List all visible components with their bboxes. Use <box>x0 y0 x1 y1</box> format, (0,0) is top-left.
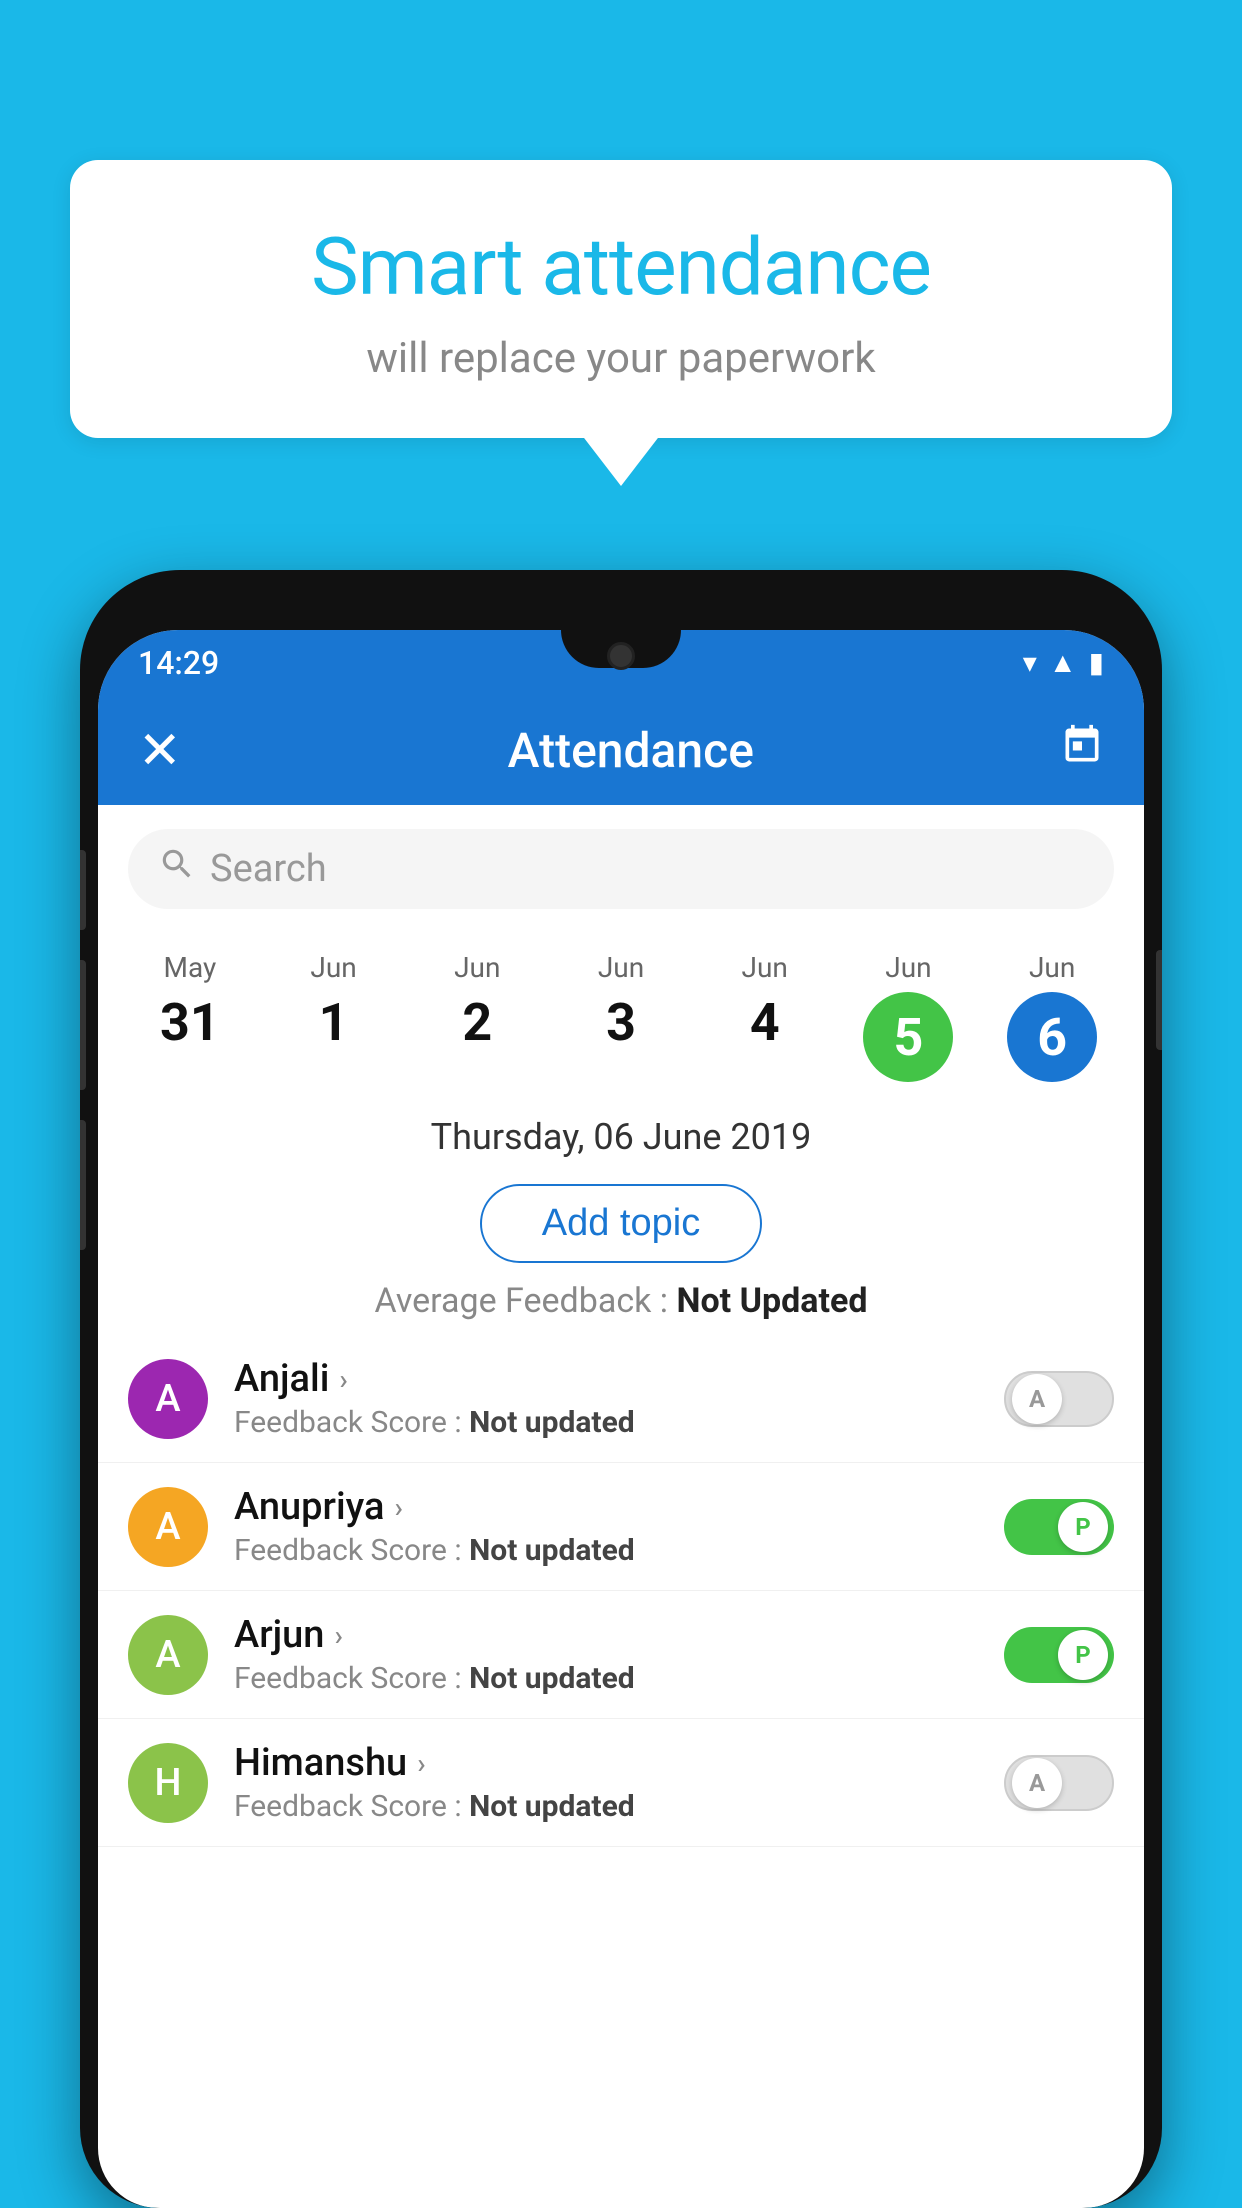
student-item: A Anupriya › Feedback Score : Not update… <box>98 1463 1144 1591</box>
phone-button-left1 <box>80 850 86 930</box>
toggle-knob: A <box>1012 1758 1062 1808</box>
student-feedback: Feedback Score : Not updated <box>234 1789 1004 1824</box>
toggle-knob: P <box>1058 1630 1108 1680</box>
calendar-day-2[interactable]: Jun2 <box>405 941 549 1096</box>
calendar-icon[interactable] <box>1060 723 1104 778</box>
student-name[interactable]: Himanshu › <box>234 1741 1004 1785</box>
student-name[interactable]: Anupriya › <box>234 1485 1004 1529</box>
calendar-day-31[interactable]: May31 <box>118 941 262 1096</box>
calendar-strip: May31Jun1Jun2Jun3Jun4Jun5Jun6 <box>98 925 1144 1096</box>
phone-frame: 14:29 ▾ ▲ ▮ ✕ Attendance S <box>80 570 1162 2208</box>
search-bar[interactable]: Search <box>128 829 1114 909</box>
calendar-day-1[interactable]: Jun1 <box>262 941 406 1096</box>
phone-camera <box>607 642 635 670</box>
student-list: A Anjali › Feedback Score : Not updated … <box>98 1335 1144 1847</box>
app-bar-title: Attendance <box>202 722 1060 779</box>
student-info: Anjali › Feedback Score : Not updated <box>234 1357 1004 1440</box>
student-item: H Himanshu › Feedback Score : Not update… <box>98 1719 1144 1847</box>
student-feedback: Feedback Score : Not updated <box>234 1533 1004 1568</box>
bubble-title: Smart attendance <box>130 220 1112 314</box>
attendance-toggle[interactable]: P <box>1004 1499 1114 1555</box>
speech-bubble: Smart attendance will replace your paper… <box>70 160 1172 438</box>
student-info: Himanshu › Feedback Score : Not updated <box>234 1741 1004 1824</box>
attendance-toggle[interactable]: A <box>1004 1755 1114 1811</box>
date-label: Thursday, 06 June 2019 <box>98 1096 1144 1174</box>
phone-button-left3 <box>80 1120 86 1250</box>
student-feedback: Feedback Score : Not updated <box>234 1661 1004 1696</box>
avatar: A <box>128 1615 208 1695</box>
chevron-icon: › <box>334 1619 342 1652</box>
calendar-day-6[interactable]: Jun6 <box>980 941 1124 1096</box>
calendar-day-4[interactable]: Jun4 <box>693 941 837 1096</box>
close-button[interactable]: ✕ <box>138 720 182 781</box>
avg-feedback-value: Not Updated <box>676 1281 867 1321</box>
student-name[interactable]: Arjun › <box>234 1613 1004 1657</box>
phone-button-right <box>1156 950 1162 1050</box>
chevron-icon: › <box>394 1491 402 1524</box>
student-name[interactable]: Anjali › <box>234 1357 1004 1401</box>
phone-button-left2 <box>80 960 86 1090</box>
search-placeholder: Search <box>210 847 327 891</box>
avg-feedback: Average Feedback : Not Updated <box>98 1281 1144 1335</box>
status-time: 14:29 <box>138 644 219 682</box>
phone-screen: 14:29 ▾ ▲ ▮ ✕ Attendance S <box>98 630 1144 2208</box>
signal-icon: ▲ <box>1049 646 1077 679</box>
chevron-icon: › <box>339 1363 347 1396</box>
app-bar: ✕ Attendance <box>98 695 1144 805</box>
avatar: H <box>128 1743 208 1823</box>
add-topic-button[interactable]: Add topic <box>480 1184 762 1263</box>
student-info: Anupriya › Feedback Score : Not updated <box>234 1485 1004 1568</box>
search-icon <box>158 845 196 893</box>
attendance-toggle[interactable]: A <box>1004 1371 1114 1427</box>
battery-icon: ▮ <box>1089 646 1104 679</box>
avatar: A <box>128 1359 208 1439</box>
wifi-icon: ▾ <box>1023 646 1037 679</box>
avg-feedback-label: Average Feedback : <box>375 1281 669 1321</box>
toggle-knob: P <box>1058 1502 1108 1552</box>
attendance-toggle[interactable]: P <box>1004 1627 1114 1683</box>
student-info: Arjun › Feedback Score : Not updated <box>234 1613 1004 1696</box>
avatar: A <box>128 1487 208 1567</box>
toggle-knob: A <box>1012 1374 1062 1424</box>
calendar-day-3[interactable]: Jun3 <box>549 941 693 1096</box>
student-item: A Anjali › Feedback Score : Not updated … <box>98 1335 1144 1463</box>
student-item: A Arjun › Feedback Score : Not updated P <box>98 1591 1144 1719</box>
student-feedback: Feedback Score : Not updated <box>234 1405 1004 1440</box>
calendar-day-5[interactable]: Jun5 <box>837 941 981 1096</box>
chevron-icon: › <box>417 1747 425 1780</box>
status-icons: ▾ ▲ ▮ <box>1023 646 1104 679</box>
bubble-subtitle: will replace your paperwork <box>130 334 1112 383</box>
